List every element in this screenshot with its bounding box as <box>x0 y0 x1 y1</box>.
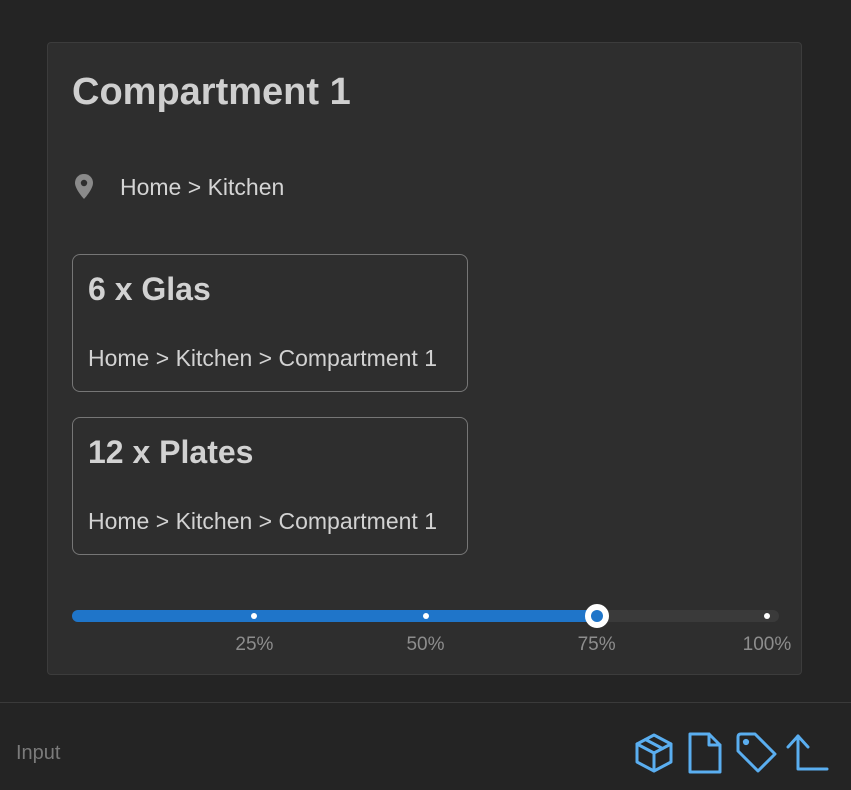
slider-mark-label: 50% <box>406 634 445 655</box>
slider-mark-label: 100% <box>742 634 792 655</box>
item-card-plates[interactable]: 12 x Plates Home > Kitchen > Compartment… <box>72 417 468 555</box>
corner-left-up-icon <box>786 734 829 771</box>
footer-divider <box>0 702 851 703</box>
location-text: Home > Kitchen <box>120 173 285 200</box>
item-path: Home > Kitchen > Compartment 1 <box>88 508 437 534</box>
tag-button[interactable] <box>734 729 778 777</box>
slider-mark-label: 75% <box>577 634 616 655</box>
move-up-button[interactable] <box>785 729 829 777</box>
file-button[interactable] <box>683 729 727 777</box>
location-breadcrumb: Home > Kitchen <box>72 171 284 203</box>
map-pin-icon <box>75 174 93 199</box>
slider-tick <box>422 613 429 619</box>
footer-toolbar <box>632 729 836 777</box>
item-path: Home > Kitchen > Compartment 1 <box>88 345 437 371</box>
tag-icon <box>736 732 777 773</box>
slider-tick <box>763 613 770 619</box>
item-title: 12 x Plates <box>88 434 254 470</box>
item-card-glas[interactable]: 6 x Glas Home > Kitchen > Compartment 1 <box>72 254 468 392</box>
package-icon <box>635 733 673 773</box>
capacity-slider[interactable]: 25% 50% 75% 100% <box>72 604 791 655</box>
slider-thumb[interactable] <box>584 604 609 628</box>
package-button[interactable] <box>632 729 676 777</box>
slider-fill <box>72 610 603 622</box>
input-field[interactable]: Input <box>16 742 60 765</box>
item-title: 6 x Glas <box>88 271 211 307</box>
slider-mark-label: 25% <box>235 634 274 655</box>
file-icon <box>688 732 722 774</box>
page-title: Compartment 1 <box>72 71 351 113</box>
compartment-card: Compartment 1 Home > Kitchen 6 x Glas Ho… <box>47 42 802 675</box>
